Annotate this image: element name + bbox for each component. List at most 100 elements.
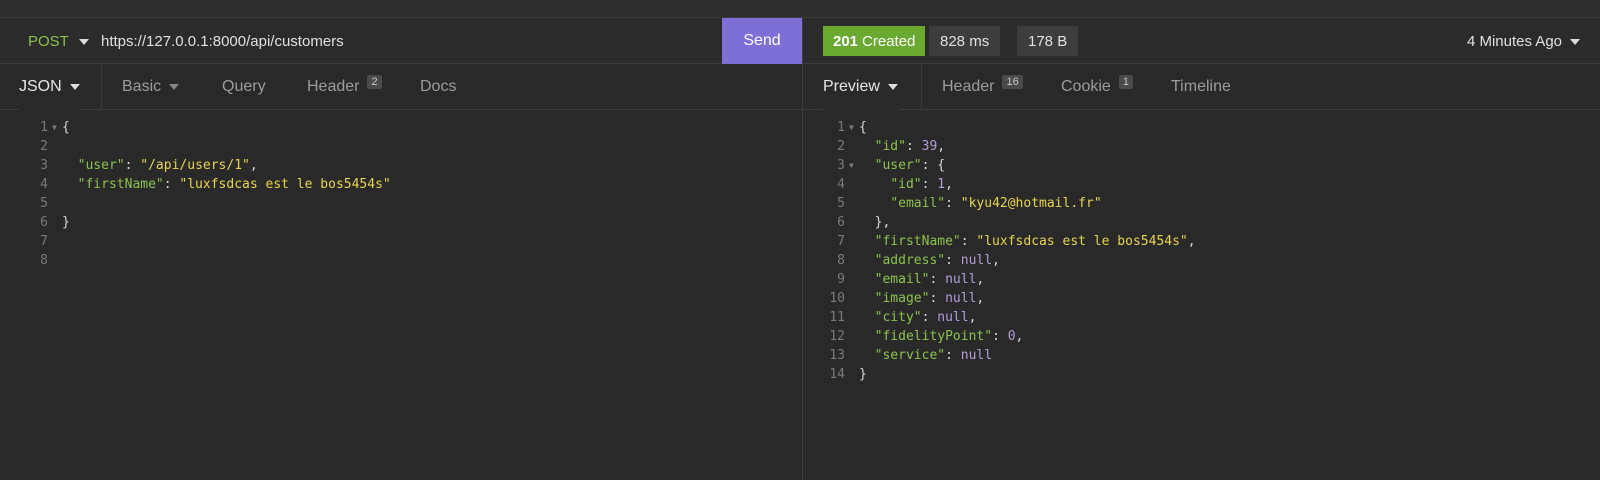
tab-basic[interactable]: Basic (122, 64, 180, 110)
tab-divider (101, 64, 102, 110)
code-line: 10 "image": null, (797, 289, 1196, 308)
tab-label: Header (942, 78, 995, 95)
line-number: 7 (40, 234, 48, 249)
json-number: 0 (1007, 329, 1016, 344)
tab-cookie[interactable]: Cookie 1 (1061, 64, 1133, 110)
json-null: null (945, 272, 977, 287)
tab-json[interactable]: JSON (19, 64, 80, 110)
line-number: 9 (837, 272, 845, 287)
count-badge: 1 (1118, 75, 1133, 89)
code-line: 13 "service": null (797, 346, 1196, 365)
json-string: "/api/users/1" (140, 158, 250, 173)
code-line: 5 (0, 194, 391, 213)
tab-label: Preview (823, 78, 880, 95)
request-body-editor[interactable]: 1 ▼{ 2 3 "user": "/api/users/1", 4 "first… (0, 118, 391, 270)
line-number: 5 (40, 196, 48, 211)
line-number: 6 (40, 215, 48, 230)
response-pane: 201 Created 828 ms 178 B 4 Minutes Ago P… (803, 18, 1600, 480)
json-number: 39 (921, 139, 938, 154)
json-key: "email" (874, 272, 930, 287)
code-line: 11 "city": null, (797, 308, 1196, 327)
count-badge: 2 (367, 75, 382, 89)
json-string: "kyu42@hotmail.fr" (960, 196, 1102, 211)
json-null: null (945, 291, 977, 306)
tab-header[interactable]: Header 2 (307, 64, 382, 110)
tab-label: Timeline (1171, 78, 1231, 95)
url-bar: POST https://127.0.0.1:8000/api/customer… (0, 18, 802, 64)
tab-label: Docs (420, 78, 457, 95)
timestamp-label: 4 Minutes Ago (1466, 33, 1562, 50)
json-key: "city" (874, 310, 922, 325)
json-key: "image" (874, 291, 930, 306)
json-key: "id" (890, 177, 922, 192)
json-null: null (937, 310, 969, 325)
json-key: "fidelityPoint" (874, 329, 993, 344)
line-number: 2 (40, 139, 48, 154)
line-number: 14 (829, 367, 845, 382)
json-key: "firstName" (874, 234, 961, 249)
code-line: 2 (0, 137, 391, 156)
line-number: 7 (837, 234, 845, 249)
line-number: 4 (837, 177, 845, 192)
request-pane: POST https://127.0.0.1:8000/api/customer… (0, 18, 802, 480)
tab-label: JSON (19, 78, 62, 95)
line-number: 12 (829, 329, 845, 344)
json-key: "id" (874, 139, 906, 154)
json-key: "user" (874, 158, 922, 173)
count-badge: 16 (1002, 75, 1023, 89)
history-dropdown[interactable]: 4 Minutes Ago (1467, 33, 1580, 50)
line-number: 8 (837, 253, 845, 268)
code-line: 8 "address": null, (797, 251, 1196, 270)
code-line: 5 "email": "kyu42@hotmail.fr" (797, 194, 1196, 213)
json-punctuation: } (62, 215, 70, 230)
line-number: 10 (829, 291, 845, 306)
line-number: 2 (837, 139, 845, 154)
fold-arrow-icon[interactable]: ▼ (849, 156, 859, 175)
json-punctuation: { (62, 120, 70, 135)
method-dropdown[interactable]: POST (28, 33, 89, 50)
code-line: 2 "id": 39, (797, 137, 1196, 156)
code-line: 3 "user": "/api/users/1", (0, 156, 391, 175)
chevron-down-icon (78, 38, 89, 45)
line-number: 8 (40, 253, 48, 268)
chevron-down-icon (69, 84, 80, 90)
json-key: "user" (77, 158, 125, 173)
json-null: null (960, 253, 993, 268)
tab-header[interactable]: Header 16 (942, 64, 1023, 110)
json-key: "address" (874, 253, 946, 268)
tab-label: Header (307, 78, 360, 95)
line-number: 1 (837, 120, 845, 135)
json-null: null (960, 348, 993, 363)
code-line: 7 "firstName": "luxfsdcas est le bos5454… (797, 232, 1195, 251)
code-line: 6 }, (797, 213, 1196, 232)
line-number: 11 (829, 310, 845, 325)
method-label: POST (28, 33, 69, 50)
tab-timeline[interactable]: Timeline (1171, 64, 1231, 110)
url-input[interactable]: https://127.0.0.1:8000/api/customers (101, 33, 344, 50)
tab-divider (921, 64, 922, 110)
code-line: 4 "id": 1, (797, 175, 1196, 194)
tab-query[interactable]: Query (222, 64, 266, 110)
code-line: 9 "email": null, (797, 270, 1196, 289)
json-key: "firstName" (77, 177, 164, 192)
response-preview[interactable]: 1 ▼{ 2 "id": 39, 3 ▼ "user": { 4 "id": 1, … (797, 118, 1196, 384)
tab-preview[interactable]: Preview (823, 64, 898, 110)
code-line: 1 ▼{ (797, 118, 1196, 137)
response-status-bar: 201 Created 828 ms 178 B 4 Minutes Ago (803, 18, 1600, 64)
fold-arrow-icon[interactable]: ▼ (52, 118, 62, 137)
send-button[interactable]: Send (722, 18, 802, 64)
response-tabs: Preview Header 16 Cookie 1 Timeline (803, 64, 1600, 110)
line-number: 3 (837, 158, 845, 173)
line-number: 3 (40, 158, 48, 173)
code-line: 4 "firstName": "luxfsdcas est le bos5454… (0, 175, 391, 194)
tab-label: Cookie (1061, 78, 1111, 95)
response-time-badge: 828 ms (929, 26, 1001, 56)
line-number: 1 (40, 120, 48, 135)
code-line: 3 ▼ "user": { (797, 156, 1196, 175)
fold-arrow-icon[interactable]: ▼ (849, 118, 859, 137)
code-line: 1 ▼{ (0, 118, 391, 137)
status-text: Created (862, 32, 916, 50)
line-number: 13 (829, 348, 845, 363)
tab-label: Query (222, 78, 266, 95)
tab-docs[interactable]: Docs (420, 64, 456, 110)
